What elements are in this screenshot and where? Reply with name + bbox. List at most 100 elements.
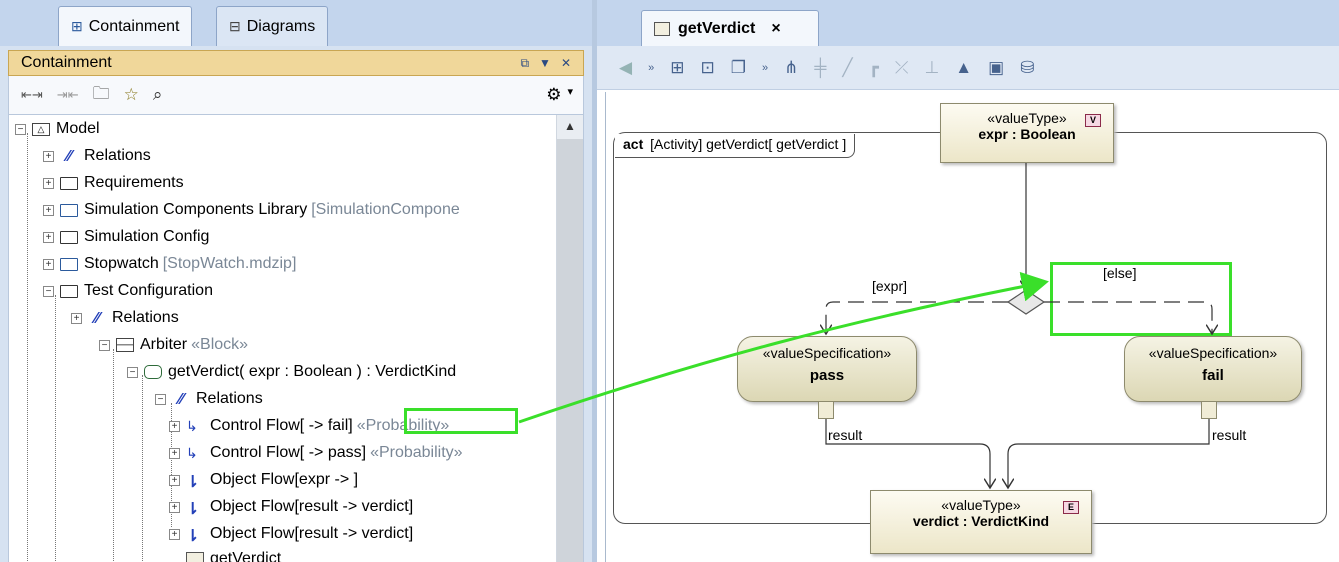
search-icon[interactable]: ⌕ bbox=[153, 85, 163, 105]
collapse-icon[interactable]: − bbox=[99, 339, 110, 351]
collapse-icon[interactable]: − bbox=[155, 393, 166, 405]
back-icon[interactable]: ◀ bbox=[619, 58, 632, 78]
tree-row-simulation-config[interactable]: + Simulation Config bbox=[43, 225, 209, 249]
expand-icon[interactable]: + bbox=[43, 204, 54, 216]
control-flow-icon: ↳ bbox=[186, 418, 198, 434]
collapse-icon[interactable]: − bbox=[15, 123, 26, 135]
path-icon[interactable]: ┏ bbox=[869, 58, 879, 78]
tree-suffix: [StopWatch.mdzip] bbox=[162, 255, 297, 272]
close-icon[interactable]: ✕ bbox=[561, 56, 571, 71]
left-tab-strip: ⊞ Containment ⊟ Diagrams bbox=[0, 0, 592, 46]
fail-result-pin[interactable] bbox=[1201, 401, 1217, 419]
block-icon bbox=[116, 338, 134, 352]
tree-label: Arbiter bbox=[140, 336, 188, 353]
tree-label: Simulation Components Library bbox=[84, 201, 308, 218]
tree-row-relations[interactable]: − ⁄⁄ Relations bbox=[155, 387, 263, 411]
tree-label: Requirements bbox=[84, 174, 184, 191]
panel-title: Containment bbox=[21, 54, 112, 71]
tree-row-control-flow-pass[interactable]: + ↳ Control Flow[ -> pass] «Probability» bbox=[169, 441, 463, 465]
node-stereotype: «valueSpecification» bbox=[1148, 345, 1278, 361]
tree-row-test-configuration[interactable]: − Test Configuration bbox=[43, 279, 213, 303]
collapse-icon[interactable]: − bbox=[127, 366, 138, 378]
expand-icon[interactable]: + bbox=[169, 420, 180, 432]
layout-icon[interactable]: ⋔ bbox=[784, 58, 798, 78]
chevron-down-icon[interactable]: ▾ bbox=[567, 85, 573, 105]
tree-row-object-flow[interactable]: + ⇂ Object Flow[result -> verdict] bbox=[169, 495, 413, 519]
activity-diagram-icon bbox=[186, 551, 204, 562]
expr-parameter-node[interactable]: «valueType» expr : Boolean V bbox=[940, 103, 1114, 163]
tree-row-getverdict-operation[interactable]: − getVerdict( expr : Boolean ) : Verdict… bbox=[127, 360, 456, 384]
tree-guide bbox=[142, 375, 143, 562]
frame-keyword: act bbox=[623, 136, 644, 152]
tab-containment[interactable]: ⊞ Containment bbox=[58, 6, 193, 46]
more-icon[interactable]: » bbox=[762, 62, 768, 74]
expand-icon[interactable]: + bbox=[169, 474, 180, 486]
expand-icon[interactable]: + bbox=[43, 177, 54, 189]
tree-row-simulation-components-library[interactable]: + Simulation Components Library [Simulat… bbox=[43, 198, 460, 222]
object-flow-icon: ⇂ bbox=[186, 501, 200, 518]
tree-row-object-flow[interactable]: + ⇂ Object Flow[expr -> ] bbox=[169, 468, 358, 492]
tree-guide bbox=[27, 133, 28, 562]
tree-label: Relations bbox=[84, 147, 151, 164]
expand-icon[interactable]: + bbox=[169, 528, 180, 540]
tree-label: Control Flow[ -> pass] bbox=[210, 444, 367, 461]
fill-icon[interactable]: ▲ bbox=[955, 58, 972, 78]
frame-kind: [Activity] bbox=[650, 136, 703, 152]
insert-icon[interactable]: ▣ bbox=[988, 58, 1004, 78]
tree-label: Model bbox=[56, 120, 100, 137]
float-icon[interactable]: ⧉ bbox=[520, 56, 529, 71]
tree-row-requirements[interactable]: + Requirements bbox=[43, 171, 184, 195]
tree-row-arbiter[interactable]: − Arbiter «Block» bbox=[99, 333, 248, 357]
favorite-star-icon[interactable]: ☆ bbox=[124, 85, 139, 105]
tree-scrollbar[interactable]: ▲ bbox=[556, 115, 583, 562]
open-folder-icon[interactable]: 🗀 bbox=[93, 81, 110, 110]
else-highlight-box bbox=[1050, 262, 1232, 336]
relations-icon: ⁄⁄ bbox=[178, 391, 184, 408]
value-type-badge-icon: V bbox=[1085, 114, 1101, 127]
db-icon[interactable]: ⛁ bbox=[1020, 58, 1034, 78]
containment-icon[interactable]: ⊞ bbox=[670, 58, 684, 78]
scroll-up-icon[interactable]: ▲ bbox=[564, 119, 576, 133]
tab-getverdict[interactable]: getVerdict × bbox=[641, 10, 819, 46]
expand-icon[interactable]: + bbox=[43, 231, 54, 243]
collapse-icon[interactable]: − bbox=[43, 285, 54, 297]
verdict-parameter-node[interactable]: «valueType» verdict : VerdictKind E bbox=[870, 490, 1092, 554]
tree-row-getverdict-diagram[interactable]: getVerdict bbox=[169, 547, 281, 562]
tab-label: Diagrams bbox=[246, 17, 316, 35]
more-icon[interactable]: » bbox=[648, 62, 654, 74]
properties-icon[interactable]: ⊡ bbox=[700, 58, 714, 78]
pin-icon[interactable]: ▼ bbox=[539, 56, 551, 71]
collapse-all-icon[interactable]: ⇤⇥ bbox=[21, 87, 43, 103]
copy-icon[interactable]: ❐ bbox=[731, 58, 746, 78]
tree-row-stopwatch[interactable]: + Stopwatch [StopWatch.mdzip] bbox=[43, 252, 296, 276]
containment-tree: − △ Model + ⁄⁄ Relations + Requirements … bbox=[8, 114, 584, 562]
scrollbar-thumb[interactable] bbox=[557, 139, 583, 562]
tree-row-model[interactable]: − △ Model bbox=[15, 117, 100, 141]
settings-gear-icon[interactable]: ⚙ bbox=[546, 85, 561, 105]
pass-result-pin[interactable] bbox=[818, 401, 834, 419]
align-icon[interactable]: ╪ bbox=[814, 58, 826, 78]
pin-label: result bbox=[828, 427, 863, 443]
tree-label: Object Flow[result -> verdict] bbox=[210, 498, 414, 515]
expand-icon[interactable]: + bbox=[71, 312, 82, 324]
split-icon[interactable]: ⤫ bbox=[895, 58, 909, 78]
route-icon[interactable]: ⊥ bbox=[924, 58, 939, 78]
line-icon[interactable]: ╱ bbox=[842, 58, 852, 78]
tree-row-relations[interactable]: + ⁄⁄ Relations bbox=[71, 306, 179, 330]
tree-label: getVerdict( expr : Boolean ) : VerdictKi… bbox=[168, 363, 457, 380]
expand-icon[interactable]: + bbox=[169, 501, 180, 513]
tree-row-relations[interactable]: + ⁄⁄ Relations bbox=[43, 144, 151, 168]
tree-row-object-flow[interactable]: + ⇂ Object Flow[result -> verdict] bbox=[169, 522, 413, 546]
tab-diagrams[interactable]: ⊟ Diagrams bbox=[216, 6, 329, 46]
expand-icon[interactable]: + bbox=[43, 258, 54, 270]
expand-all-icon[interactable]: ⇥⇤ bbox=[57, 87, 79, 103]
close-tab-icon[interactable]: × bbox=[771, 20, 780, 38]
node-stereotype: «valueType» bbox=[941, 497, 1021, 513]
fail-action-node[interactable]: «valueSpecification» fail bbox=[1124, 336, 1302, 402]
model-icon: △ bbox=[32, 122, 50, 136]
pass-action-node[interactable]: «valueSpecification» pass bbox=[737, 336, 917, 402]
control-flow-icon: ↳ bbox=[186, 445, 198, 461]
activity-diagram-icon bbox=[654, 21, 670, 36]
expand-icon[interactable]: + bbox=[169, 447, 180, 459]
expand-icon[interactable]: + bbox=[43, 150, 54, 162]
